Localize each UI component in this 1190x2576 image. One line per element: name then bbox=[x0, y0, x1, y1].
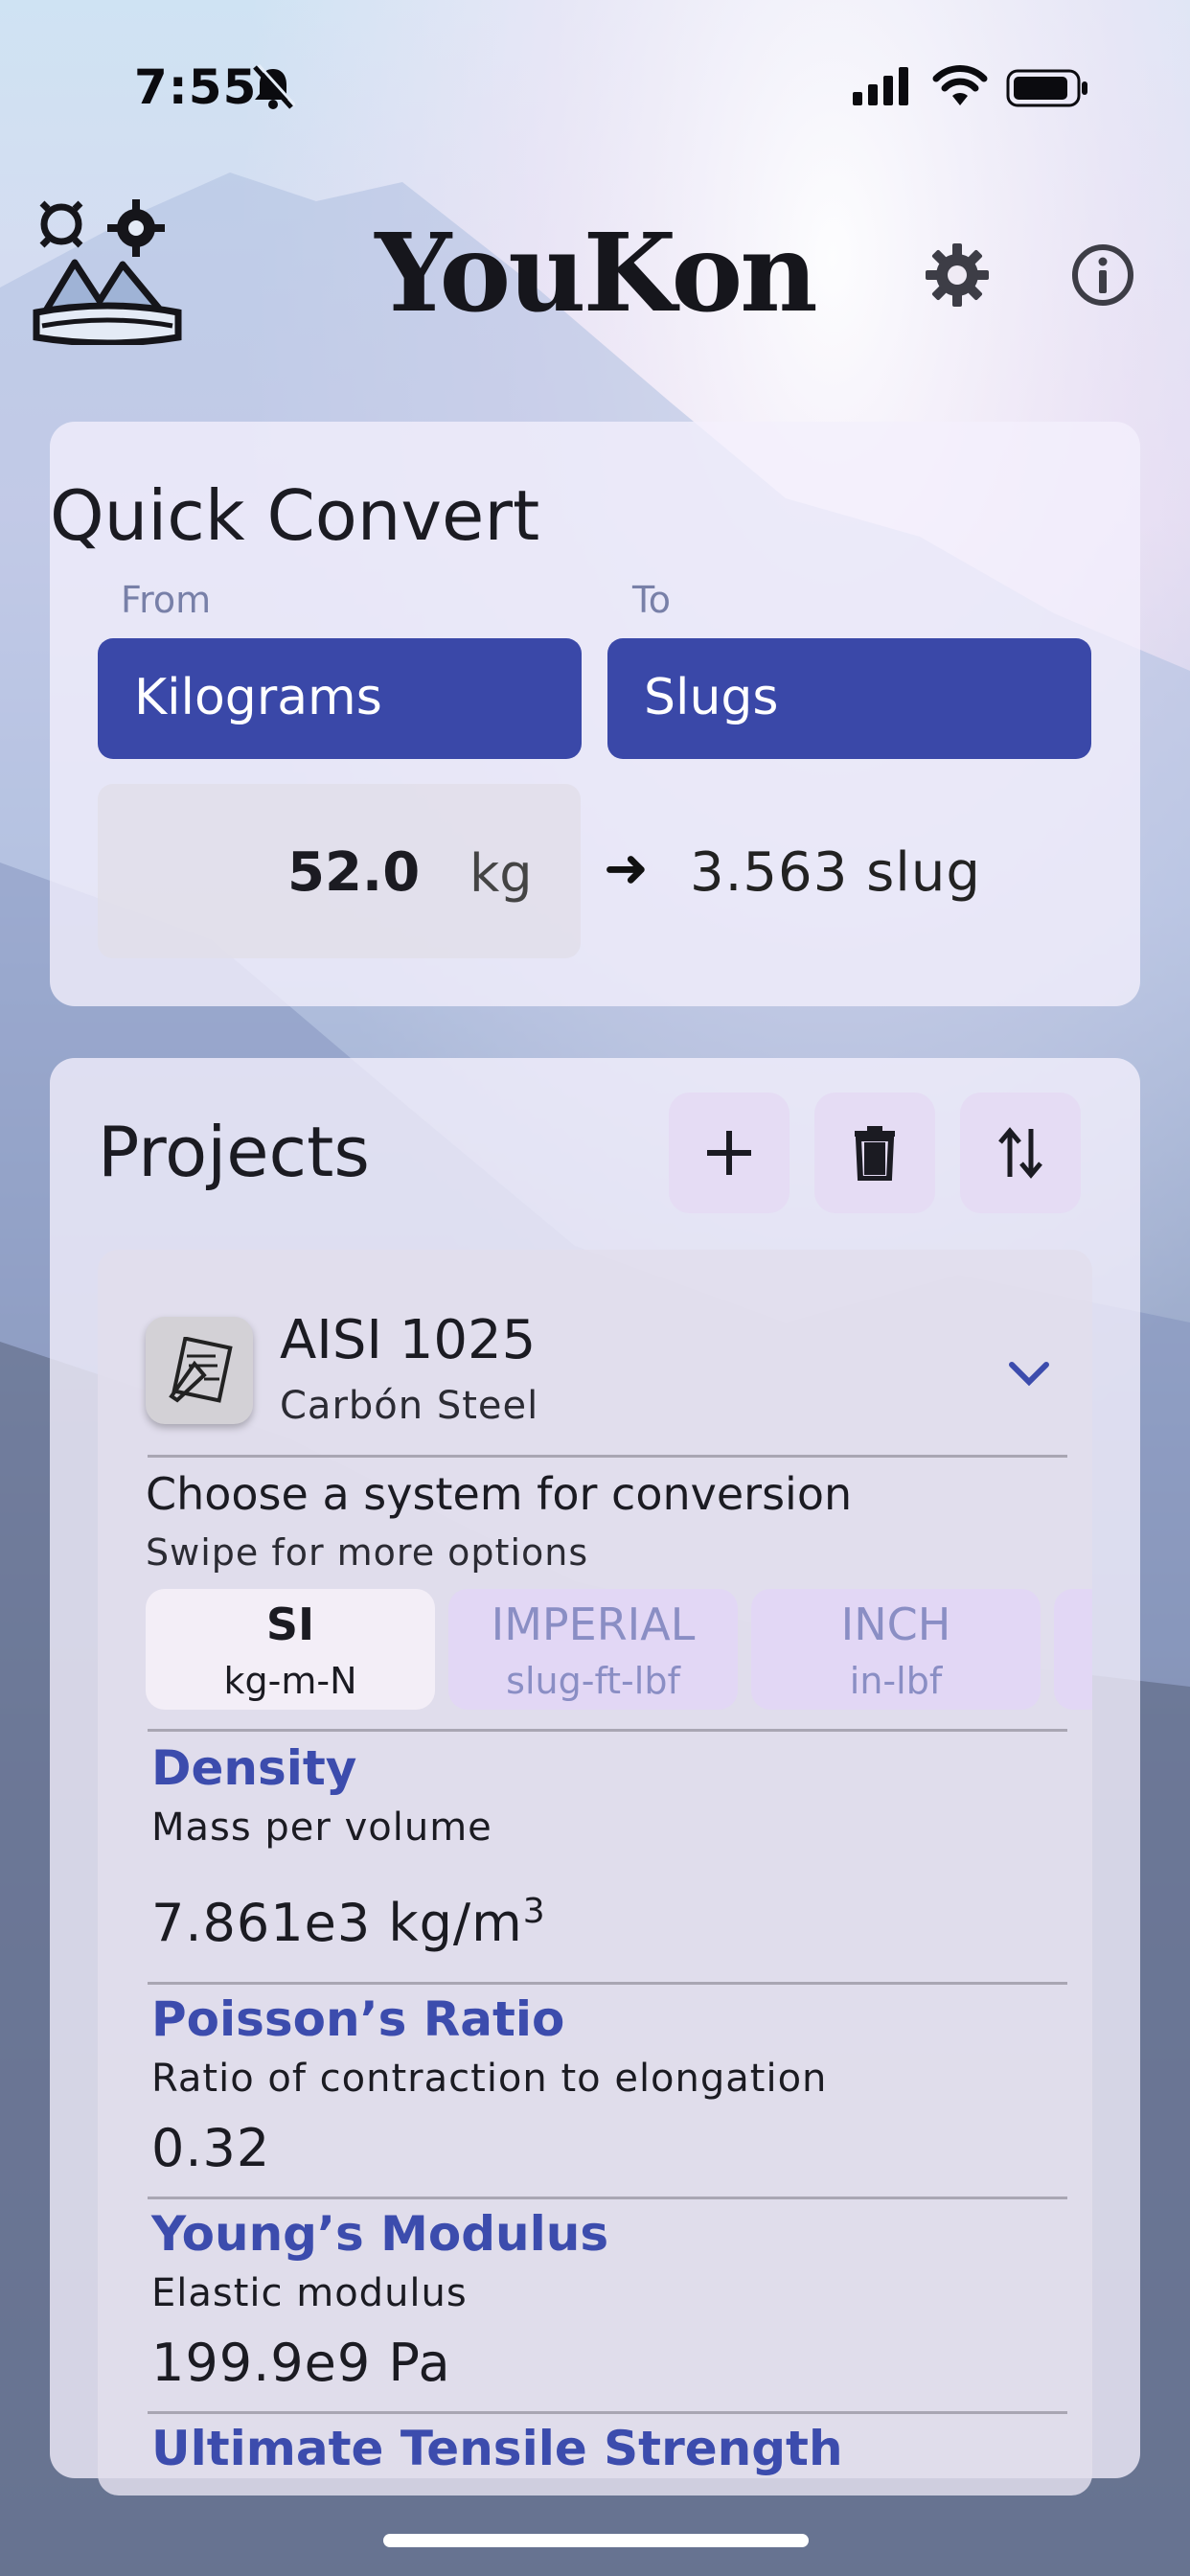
bell-muted-icon bbox=[251, 63, 297, 115]
projects-title: Projects bbox=[98, 1112, 370, 1192]
property-name-poisson: Poisson’s Ratio bbox=[151, 1991, 565, 2047]
add-project-button[interactable] bbox=[669, 1092, 790, 1213]
input-value: 52.0 bbox=[287, 841, 421, 904]
property-description: Ratio of contraction to elongation bbox=[151, 2057, 828, 2101]
battery-icon bbox=[1006, 69, 1088, 111]
system-tab-si[interactable]: SI kg-m-N bbox=[146, 1589, 435, 1710]
property-name-density: Density bbox=[151, 1740, 357, 1796]
swipe-hint: Swipe for more options bbox=[146, 1531, 589, 1574]
system-units: slug-ft-lbf bbox=[506, 1660, 680, 1702]
property-value-poisson: 0.32 bbox=[151, 2118, 271, 2178]
to-label: To bbox=[632, 579, 672, 621]
wifi-icon bbox=[932, 63, 988, 109]
divider bbox=[148, 1729, 1067, 1732]
divider bbox=[148, 1982, 1067, 1985]
status-bar: 7:55 bbox=[0, 56, 1190, 123]
status-time: 7:55 bbox=[134, 59, 258, 115]
value-exponent: 3 bbox=[522, 1892, 546, 1931]
arrow-right-icon: ➜ bbox=[604, 838, 649, 900]
to-unit-select[interactable]: Slugs bbox=[607, 638, 1091, 759]
quick-convert-title: Quick Convert bbox=[50, 475, 540, 556]
choose-system-label: Choose a system for conversion bbox=[146, 1468, 853, 1520]
sort-projects-button[interactable] bbox=[960, 1092, 1081, 1213]
system-tab-inch[interactable]: INCH in-lbf bbox=[751, 1589, 1041, 1710]
property-value-youngs-modulus: 199.9e9 Pa bbox=[151, 2333, 451, 2393]
system-tab-imperial[interactable]: IMPERIAL slug-ft-lbf bbox=[448, 1589, 738, 1710]
system-name: INCH bbox=[840, 1598, 951, 1650]
home-indicator[interactable] bbox=[383, 2534, 809, 2547]
divider bbox=[148, 1455, 1067, 1458]
chevron-down-icon[interactable] bbox=[1008, 1359, 1050, 1392]
app-title: YouKon bbox=[375, 211, 817, 336]
project-name: AISI 1025 bbox=[280, 1309, 537, 1371]
property-description: Elastic modulus bbox=[151, 2271, 468, 2315]
system-tab-more[interactable] bbox=[1054, 1589, 1092, 1710]
system-name: SI bbox=[265, 1598, 315, 1650]
system-units: kg-m-N bbox=[223, 1660, 357, 1702]
system-name: IMPERIAL bbox=[491, 1598, 696, 1650]
system-units: in-lbf bbox=[849, 1660, 943, 1702]
material-icon bbox=[146, 1317, 253, 1424]
cellular-signal-icon bbox=[853, 67, 914, 109]
trash-icon bbox=[855, 1126, 895, 1181]
input-unit: kg bbox=[469, 843, 533, 904]
property-value-density: 7.861e3 kg/m3 bbox=[151, 1892, 546, 1953]
delete-project-button[interactable] bbox=[814, 1092, 935, 1213]
project-material: Carbón Steel bbox=[280, 1384, 539, 1428]
value-text: 7.861e3 kg/m bbox=[151, 1893, 523, 1953]
from-label: From bbox=[121, 579, 212, 621]
plus-icon bbox=[707, 1131, 751, 1175]
from-unit-select[interactable]: Kilograms bbox=[98, 638, 582, 759]
property-description: Mass per volume bbox=[151, 1806, 492, 1850]
settings-gear-icon[interactable] bbox=[926, 243, 989, 310]
divider bbox=[148, 2196, 1067, 2199]
project-item: AISI 1025 Carbón Steel Choose a system f… bbox=[98, 1250, 1092, 2496]
divider bbox=[148, 2411, 1067, 2414]
conversion-result: 3.563 slug bbox=[690, 841, 981, 904]
property-name-uts: Ultimate Tensile Strength bbox=[151, 2421, 843, 2476]
swap-vertical-icon bbox=[998, 1127, 1042, 1179]
info-icon[interactable] bbox=[1071, 243, 1134, 310]
property-name-youngs-modulus: Young’s Modulus bbox=[151, 2206, 609, 2262]
